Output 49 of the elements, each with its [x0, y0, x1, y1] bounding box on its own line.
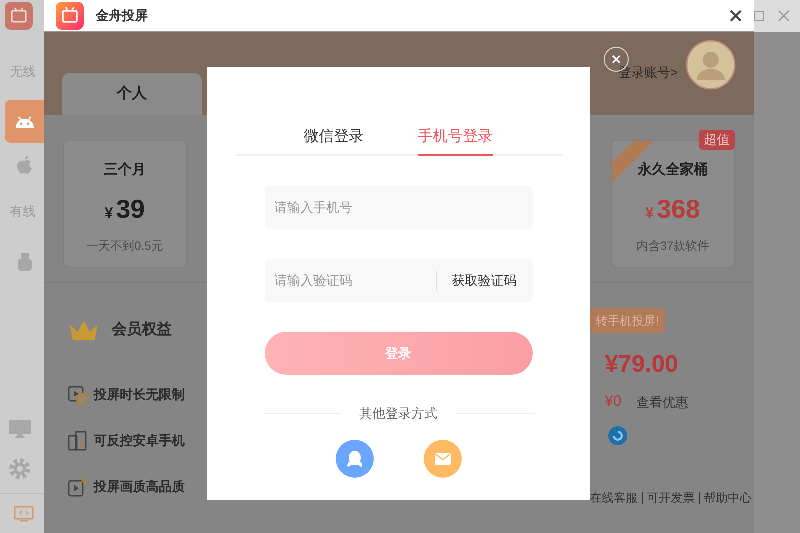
- settings-icon[interactable]: [8, 457, 32, 481]
- currency-sign: ¥: [104, 204, 114, 224]
- plan-note: 内含37款软件: [636, 238, 710, 255]
- value-badge: 超值: [699, 130, 735, 150]
- crown-icon: [68, 319, 100, 342]
- video-sparkle-icon: [68, 476, 88, 496]
- footer-link[interactable]: 在线客服: [590, 489, 638, 507]
- plan-price: 39: [116, 193, 146, 226]
- login-tab[interactable]: 微信登录: [304, 121, 364, 156]
- footer-link[interactable]: 帮助中心: [704, 489, 752, 507]
- email-login-button[interactable]: [424, 440, 462, 478]
- sidebar-item[interactable]: [5, 100, 44, 143]
- login-tab[interactable]: 手机号登录: [418, 121, 493, 156]
- monitor-code-icon[interactable]: [14, 506, 34, 522]
- benefit-text: 投屏时长无限制: [94, 386, 185, 404]
- penguin-icon: [346, 450, 364, 468]
- discount-amount: ¥0: [605, 392, 622, 412]
- login-button[interactable]: 登录: [264, 332, 532, 375]
- section-title: 会员权益: [112, 320, 172, 340]
- total-price: ¥79.00: [605, 350, 680, 380]
- promo-badge: 转手机投屏!: [590, 308, 666, 333]
- plan-name: 三个月: [104, 160, 146, 179]
- close-icon: [612, 55, 621, 64]
- apple-icon: [16, 154, 34, 174]
- usb-icon: [16, 252, 32, 272]
- maximize-icon[interactable]: [754, 11, 764, 21]
- footer-link[interactable]: 可开发票: [647, 489, 695, 507]
- plan-tab[interactable]: 个人: [62, 73, 202, 115]
- video-clock-icon: [68, 384, 88, 404]
- close-icon[interactable]: [730, 10, 742, 22]
- login-link[interactable]: 登录账号>: [618, 63, 678, 83]
- phones-icon: [68, 430, 88, 450]
- plan-card[interactable]: 三个月 ¥39 一天不到0.5元: [63, 140, 187, 268]
- window-title: 金舟投屏: [96, 6, 148, 25]
- app-logo-icon: [5, 2, 33, 30]
- phone-field[interactable]: 请输入手机号: [264, 186, 532, 229]
- cast-icon[interactable]: [8, 419, 32, 439]
- discount-link[interactable]: 查看优惠: [636, 392, 689, 412]
- get-code-button[interactable]: 获取验证码: [436, 270, 532, 290]
- divider-label: 其他登录方式: [360, 405, 438, 423]
- benefit-text: 可反控安卓手机: [94, 432, 185, 450]
- avatar-icon[interactable]: [686, 40, 736, 90]
- currency-sign: ¥: [646, 204, 654, 224]
- qq-login-button[interactable]: [336, 440, 374, 478]
- plan-name: 永久全家桶: [638, 160, 708, 179]
- benefit-text: 投屏画质高品质: [94, 478, 185, 496]
- plan-price: 368: [656, 193, 700, 226]
- code-field[interactable]: 请输入验证码 获取验证码: [264, 259, 532, 302]
- plan-note: 一天不到0.5元: [86, 238, 164, 255]
